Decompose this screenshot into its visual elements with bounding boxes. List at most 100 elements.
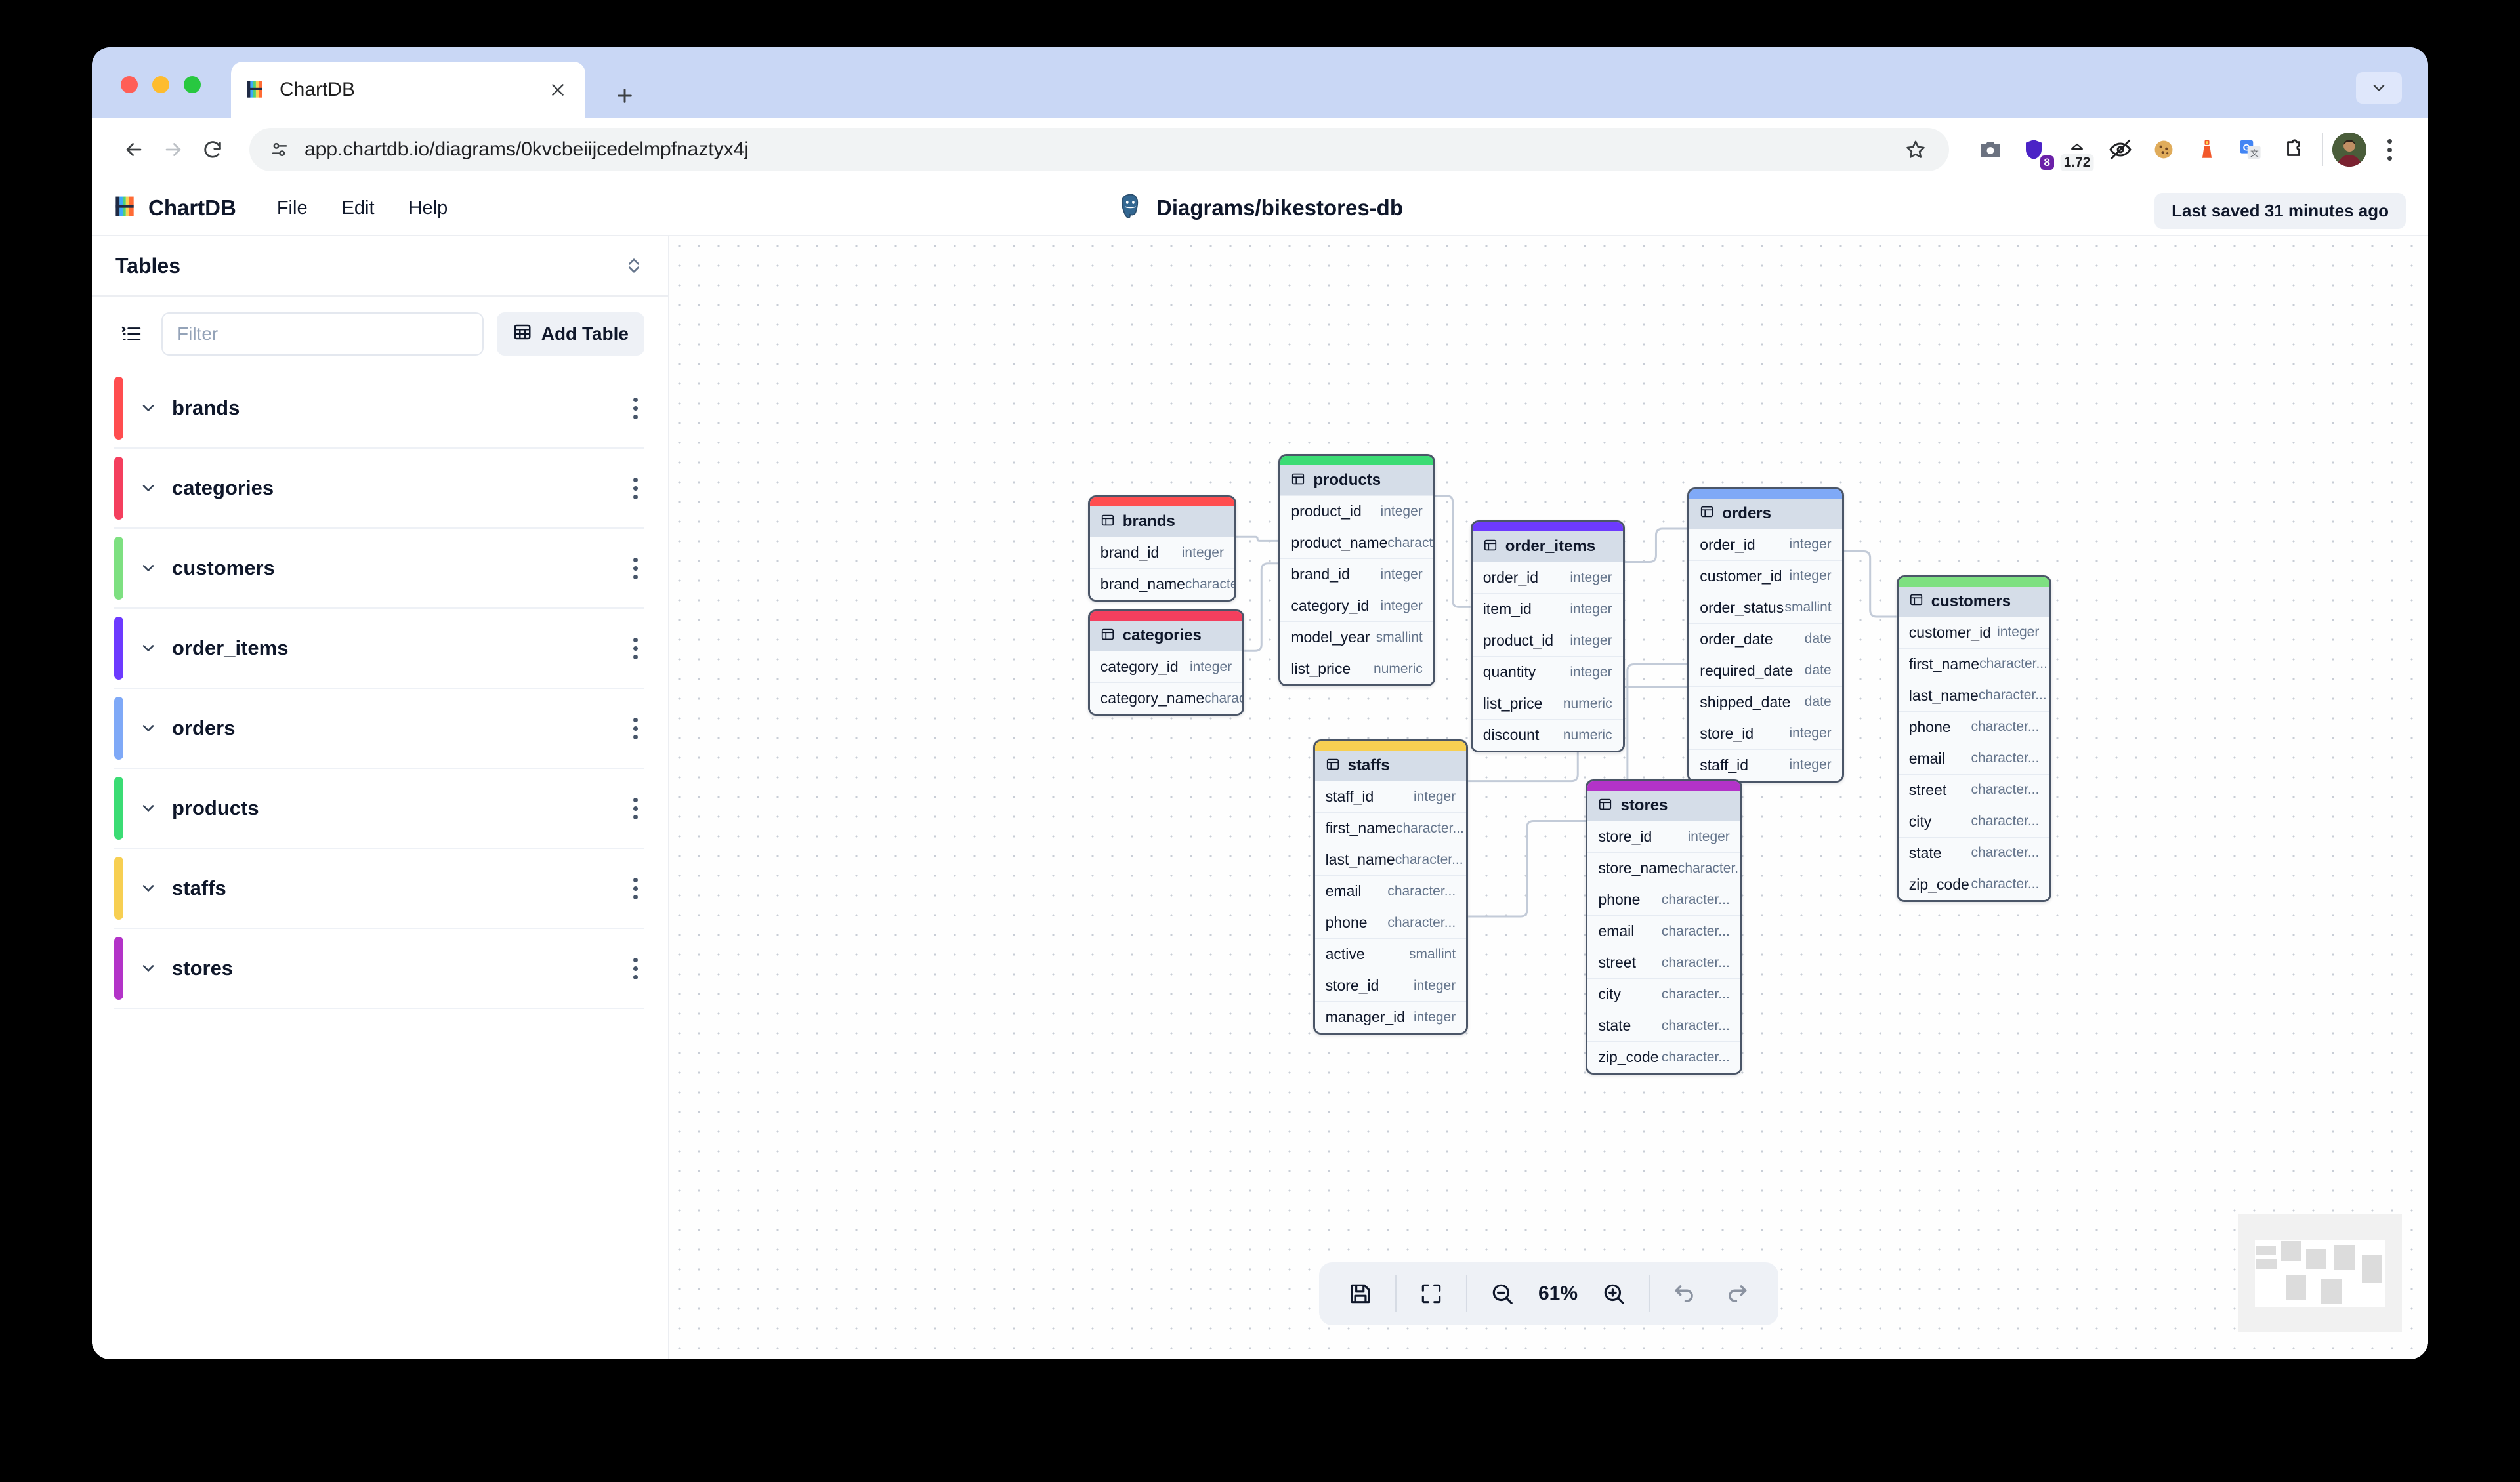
table-field[interactable]: zip_code character... xyxy=(1898,868,2050,900)
relationship-edge[interactable] xyxy=(1624,527,1688,564)
menu-file[interactable]: File xyxy=(264,192,321,224)
table-field[interactable]: order_date date xyxy=(1689,623,1842,655)
minimap[interactable] xyxy=(2238,1214,2402,1332)
table-field[interactable]: first_name character... xyxy=(1314,812,1467,844)
zoom-out-icon[interactable] xyxy=(1478,1269,1526,1318)
diagram-table-brands[interactable]: brands brand_id integer brand_namecharacter… xyxy=(1087,495,1236,602)
diagram-table-categories[interactable]: categories category_id integer category_nam… xyxy=(1087,609,1245,716)
table-field[interactable]: manager_id integer xyxy=(1314,1001,1467,1033)
table-field[interactable]: staff_id integer xyxy=(1689,749,1842,781)
chevron-down-icon[interactable] xyxy=(139,399,158,417)
sidebar-item-orders[interactable]: orders xyxy=(114,689,644,769)
undo-icon[interactable] xyxy=(1660,1269,1709,1318)
table-field[interactable]: order_id integer xyxy=(1689,528,1842,560)
table-field[interactable]: last_name character... xyxy=(1314,844,1467,876)
table-header[interactable]: products xyxy=(1280,465,1433,496)
table-field[interactable]: brand_namecharacter... xyxy=(1089,568,1234,600)
table-field[interactable]: last_name character... xyxy=(1898,679,2050,711)
sidebar-item-categories[interactable]: categories xyxy=(114,449,644,529)
reload-icon[interactable] xyxy=(193,130,232,169)
table-header[interactable]: customers xyxy=(1898,586,2050,617)
kebab-menu-icon[interactable] xyxy=(627,471,644,506)
close-window-button[interactable] xyxy=(121,76,138,93)
relationship-edge[interactable] xyxy=(1244,562,1279,652)
kebab-menu-icon[interactable] xyxy=(627,951,644,986)
table-field[interactable]: brand_id integer xyxy=(1089,537,1234,569)
table-field[interactable]: email character... xyxy=(1587,915,1740,947)
table-field[interactable]: zip_code character... xyxy=(1587,1041,1740,1073)
table-header[interactable]: orders xyxy=(1689,498,1842,529)
sidebar-item-brands[interactable]: brands xyxy=(114,369,644,449)
table-field[interactable]: phone character... xyxy=(1587,884,1740,916)
table-field[interactable]: category_namecharacter... xyxy=(1089,682,1243,714)
table-field[interactable]: required_date date xyxy=(1689,654,1842,686)
relationship-edge[interactable] xyxy=(1843,550,1897,618)
table-field[interactable]: discount numeric xyxy=(1472,719,1623,751)
fit-screen-icon[interactable] xyxy=(1407,1269,1456,1318)
kebab-menu-icon[interactable] xyxy=(627,631,644,666)
table-field[interactable]: item_id integer xyxy=(1472,593,1623,625)
sidebar-item-customers[interactable]: customers xyxy=(114,529,644,609)
kebab-menu-icon[interactable] xyxy=(627,791,644,826)
table-field[interactable]: email character... xyxy=(1314,875,1467,907)
table-field[interactable]: quantity integer xyxy=(1472,656,1623,688)
table-field[interactable]: customer_id integer xyxy=(1898,616,2050,648)
diagram-canvas[interactable]: brandsbrand_idintegerbrand_namecharacter… xyxy=(669,236,2428,1359)
table-field[interactable]: store_name character... xyxy=(1587,852,1740,884)
relationship-edge[interactable] xyxy=(1435,495,1471,608)
plus-icon[interactable] xyxy=(610,81,639,110)
relationship-edge[interactable] xyxy=(1236,535,1279,542)
google-translate-icon[interactable]: G 文 xyxy=(2231,131,2269,169)
relationship-edge[interactable] xyxy=(1468,820,1586,918)
site-settings-icon[interactable] xyxy=(266,136,293,163)
table-field[interactable]: product_namecharacter... xyxy=(1280,527,1433,559)
kebab-menu-icon[interactable] xyxy=(627,871,644,906)
bitwarden-icon[interactable]: 8 xyxy=(2015,131,2054,170)
menu-help[interactable]: Help xyxy=(396,192,461,224)
star-icon[interactable] xyxy=(1899,133,1932,166)
sidebar-item-products[interactable]: products xyxy=(114,769,644,849)
avatar[interactable] xyxy=(2332,133,2366,167)
zoom-in-icon[interactable] xyxy=(1589,1269,1638,1318)
table-field[interactable]: category_id integer xyxy=(1089,651,1243,683)
version-icon[interactable]: 1.72 xyxy=(2058,131,2096,171)
maximize-window-button[interactable] xyxy=(184,76,201,93)
table-field[interactable]: list_price numeric xyxy=(1472,688,1623,720)
menu-edit[interactable]: Edit xyxy=(329,192,388,224)
table-field[interactable]: product_id integer xyxy=(1280,495,1433,527)
diagram-table-stores[interactable]: stores store_id integer store_name character… xyxy=(1586,779,1742,1075)
table-field[interactable]: active smallint xyxy=(1314,938,1467,970)
table-field[interactable]: order_status smallint xyxy=(1689,591,1842,623)
address-bar[interactable]: app.chartdb.io/diagrams/0kvcbeiijcedelmp… xyxy=(249,128,1949,171)
table-header[interactable]: brands xyxy=(1089,506,1234,537)
arrow-left-icon[interactable] xyxy=(114,130,154,169)
diagram-table-staffs[interactable]: staffs staff_id integer first_name character… xyxy=(1312,739,1469,1035)
eye-off-icon[interactable] xyxy=(2101,131,2139,169)
table-field[interactable]: store_id integer xyxy=(1587,821,1740,853)
table-field[interactable]: phone character... xyxy=(1314,907,1467,939)
table-field[interactable]: store_id integer xyxy=(1689,717,1842,749)
chevron-down-icon[interactable] xyxy=(139,479,158,497)
table-field[interactable]: category_id integer xyxy=(1280,590,1433,622)
browser-tab[interactable]: ChartDB xyxy=(231,62,585,118)
table-field[interactable]: state character... xyxy=(1587,1010,1740,1042)
close-icon[interactable] xyxy=(545,77,571,103)
camera-icon[interactable] xyxy=(1971,131,2009,169)
diagram-table-orders[interactable]: orders order_id integer customer_id integer o… xyxy=(1687,487,1844,783)
cookie-icon[interactable] xyxy=(2145,131,2183,169)
extension-puzzle-icon[interactable] xyxy=(2275,131,2313,169)
minimize-window-button[interactable] xyxy=(152,76,169,93)
chevrons-up-down-icon[interactable] xyxy=(623,255,644,276)
chevron-down-icon[interactable] xyxy=(139,879,158,897)
chevron-down-icon[interactable] xyxy=(139,719,158,737)
table-field[interactable]: order_id integer xyxy=(1472,562,1623,594)
add-table-button[interactable]: Add Table xyxy=(496,312,644,356)
table-header[interactable]: categories xyxy=(1089,621,1243,651)
table-field[interactable]: brand_id integer xyxy=(1280,558,1433,590)
chevron-down-icon[interactable] xyxy=(139,559,158,577)
table-field[interactable]: customer_id integer xyxy=(1689,560,1842,592)
table-field[interactable]: product_id integer xyxy=(1472,625,1623,657)
table-header[interactable]: staffs xyxy=(1314,751,1467,781)
table-field[interactable]: email character... xyxy=(1898,742,2050,774)
table-field[interactable]: state character... xyxy=(1898,836,2050,869)
